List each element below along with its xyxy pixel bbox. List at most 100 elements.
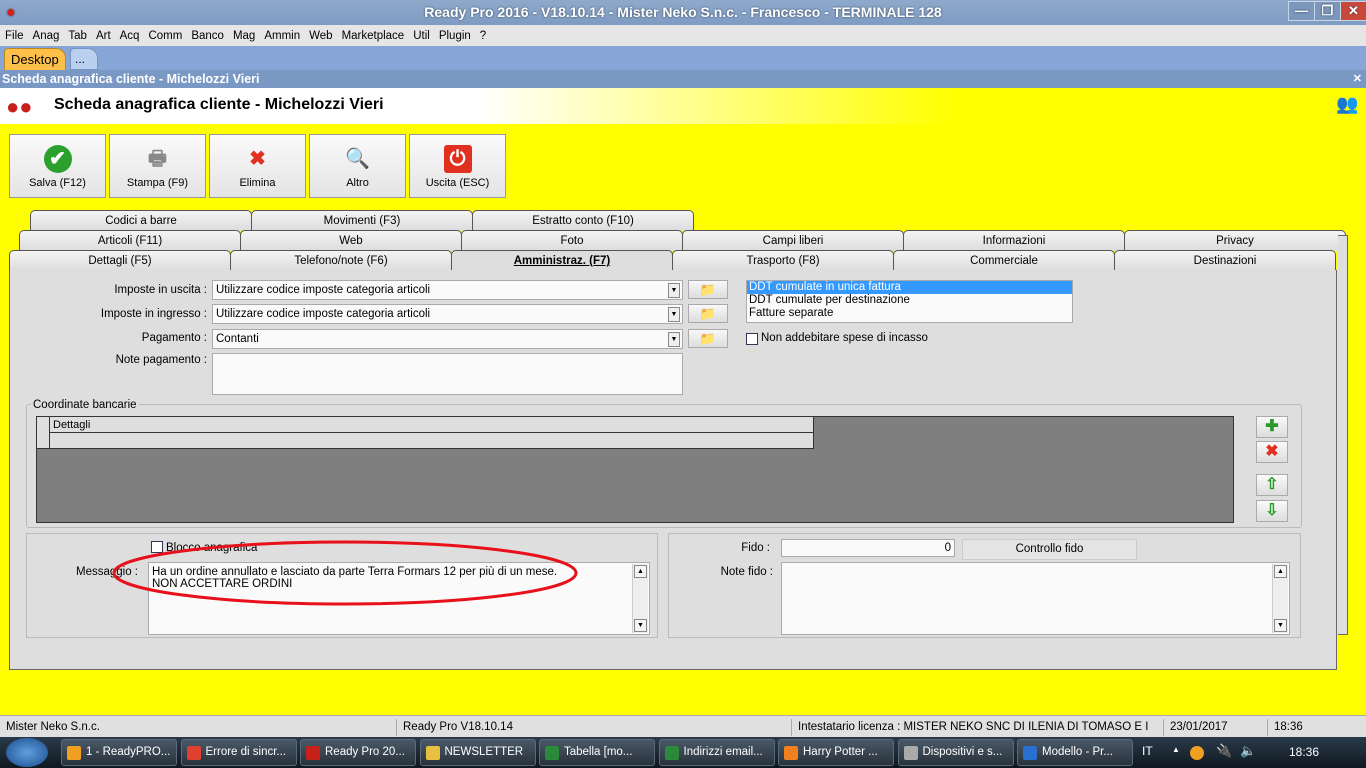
imposte-ingresso-select[interactable]: Utilizzare codice imposte categoria arti…: [212, 304, 683, 324]
tab-foto[interactable]: Foto: [461, 230, 683, 251]
elimina-button[interactable]: ✖ Elimina: [209, 134, 306, 198]
list-option[interactable]: DDT cumulate in unica fattura: [747, 281, 1072, 294]
tab-destinazioni[interactable]: Destinazioni: [1114, 250, 1336, 271]
tab-telefono-note-f[interactable]: Telefono/note (F6): [230, 250, 452, 271]
menu-item[interactable]: File: [5, 30, 24, 42]
app-icon: [67, 746, 81, 760]
close-button[interactable]: ✕: [1340, 1, 1366, 21]
menu-item[interactable]: Acq: [120, 30, 140, 42]
scrollbar[interactable]: ▲ ▼: [632, 564, 648, 633]
app-icon: [425, 746, 440, 760]
altro-button[interactable]: 🔍 Altro: [309, 134, 406, 198]
stampa-button[interactable]: 🖶 Stampa (F9): [109, 134, 206, 198]
taskbar-item[interactable]: Tabella [mo...: [539, 739, 655, 766]
taskbar-item[interactable]: NEWSLETTER: [419, 739, 536, 766]
menu-item[interactable]: Art: [96, 30, 111, 42]
note-fido-label: Note fido :: [720, 566, 773, 578]
status-license: Intestatario licenza : MISTER NEKO SNC D…: [791, 719, 1163, 736]
button-label: Elimina: [239, 177, 276, 189]
chevron-down-icon[interactable]: ▼: [668, 307, 680, 322]
power-plug-icon[interactable]: 🔌: [1216, 743, 1232, 759]
tray-expand-icon[interactable]: ▲: [1172, 745, 1180, 754]
taskbar-item[interactable]: 1 - ReadyPRO...: [61, 739, 177, 766]
check-icon: ✔: [43, 145, 72, 173]
delete-row-button[interactable]: ✖: [1256, 441, 1288, 463]
folder-button[interactable]: 📁: [688, 304, 728, 323]
menu-item[interactable]: Ammin: [264, 30, 300, 42]
taskbar-item-label: NEWSLETTER: [444, 746, 524, 758]
clock[interactable]: 18:36: [1289, 745, 1319, 759]
app-icon: [903, 746, 918, 760]
tab-movimenti-f[interactable]: Movimenti (F3): [251, 210, 473, 231]
tab-commerciale[interactable]: Commerciale: [893, 250, 1115, 271]
tab-informazioni[interactable]: Informazioni: [903, 230, 1125, 251]
users-icon[interactable]: 👥: [1336, 94, 1358, 115]
volume-icon[interactable]: 🔈: [1240, 743, 1256, 759]
bank-grid[interactable]: Dettagli: [36, 416, 1234, 523]
non-addebitare-checkbox[interactable]: [746, 333, 758, 345]
taskbar-item[interactable]: Errore di sincr...: [180, 739, 297, 766]
tab-articoli-f[interactable]: Articoli (F11): [19, 230, 241, 251]
menu-item[interactable]: Tab: [68, 30, 87, 42]
taskbar-item[interactable]: Ready Pro 20...: [300, 739, 416, 766]
taskbar-item[interactable]: Indirizzi email...: [658, 739, 775, 766]
taskbar-item[interactable]: Dispositivi e s...: [897, 739, 1014, 766]
column-header-dettagli[interactable]: Dettagli: [53, 419, 90, 431]
tab-amministraz-f[interactable]: Amministraz. (F7): [451, 250, 673, 272]
tab-web[interactable]: Web: [240, 230, 462, 251]
imposte-uscita-select[interactable]: Utilizzare codice imposte categoria arti…: [212, 280, 683, 300]
add-row-button[interactable]: ✚: [1256, 416, 1288, 438]
move-up-button[interactable]: ⇧: [1256, 474, 1288, 496]
tab-codici-a-barre[interactable]: Codici a barre: [30, 210, 252, 231]
magnifier-icon: 🔍: [345, 148, 370, 170]
maximize-button[interactable]: ❐: [1314, 1, 1341, 21]
tab-campi-liberi[interactable]: Campi liberi: [682, 230, 904, 251]
taskbar-item-label: Ready Pro 20...: [325, 746, 405, 758]
note-fido-textarea[interactable]: ▲ ▼: [781, 562, 1290, 635]
subwindow-close-button[interactable]: ✕: [1353, 70, 1362, 88]
uscita-button[interactable]: ⏻ Uscita (ESC): [409, 134, 506, 198]
menu-item[interactable]: Banco: [191, 30, 224, 42]
fatturazione-listbox[interactable]: DDT cumulate in unica fattura DDT cumula…: [746, 280, 1073, 323]
app-icon: [784, 746, 798, 760]
menu-item[interactable]: Plugin: [439, 30, 471, 42]
language-indicator[interactable]: IT: [1142, 744, 1153, 758]
fido-input[interactable]: 0: [781, 539, 955, 557]
chevron-down-icon[interactable]: ▼: [668, 283, 680, 298]
list-option[interactable]: Fatture separate: [747, 307, 1072, 320]
taskbar-item-label: 1 - ReadyPRO...: [86, 746, 171, 758]
menu-item[interactable]: Marketplace: [342, 30, 405, 42]
status-date: 23/01/2017: [1163, 719, 1267, 736]
list-option[interactable]: DDT cumulate per destinazione: [747, 294, 1072, 307]
taskbar-item[interactable]: Modello - Pr...: [1017, 739, 1133, 766]
menu-item[interactable]: Util: [413, 30, 430, 42]
folder-button[interactable]: 📁: [688, 280, 728, 299]
tab-desktop[interactable]: Desktop: [4, 48, 66, 70]
note-pagamento-textarea[interactable]: [212, 353, 683, 395]
controllo-fido-button[interactable]: Controllo fido: [962, 539, 1137, 560]
salva-button[interactable]: ✔ Salva (F12): [9, 134, 106, 198]
tab-estratto-conto-f[interactable]: Estratto conto (F10): [472, 210, 694, 231]
scrollbar[interactable]: ▲ ▼: [1272, 564, 1288, 633]
start-button[interactable]: [6, 738, 48, 767]
menu-item[interactable]: Mag: [233, 30, 255, 42]
chevron-down-icon[interactable]: ▼: [668, 332, 680, 347]
minimize-button[interactable]: —: [1288, 1, 1315, 21]
tab-privacy[interactable]: Privacy: [1124, 230, 1346, 251]
menu-item[interactable]: Anag: [33, 30, 60, 42]
tab-dettagli-f[interactable]: Dettagli (F5): [9, 250, 231, 271]
taskbar-item[interactable]: Harry Potter ...: [778, 739, 894, 766]
tray-app-icon[interactable]: [1190, 746, 1204, 760]
form-header: ●● Scheda anagrafica cliente - Michelozz…: [0, 88, 1366, 124]
pagamento-value: Contanti: [216, 333, 259, 345]
menu-item[interactable]: Comm: [148, 30, 182, 42]
button-label: Altro: [346, 177, 369, 189]
app-icon: [664, 746, 679, 760]
tab-more[interactable]: ...: [70, 48, 98, 70]
menu-item[interactable]: Web: [309, 30, 332, 42]
folder-button[interactable]: 📁: [688, 329, 728, 348]
move-down-button[interactable]: ⇩: [1256, 500, 1288, 522]
menu-item[interactable]: ?: [480, 30, 486, 42]
pagamento-select[interactable]: Contanti ▼: [212, 329, 683, 349]
tab-trasporto-f[interactable]: Trasporto (F8): [672, 250, 894, 271]
